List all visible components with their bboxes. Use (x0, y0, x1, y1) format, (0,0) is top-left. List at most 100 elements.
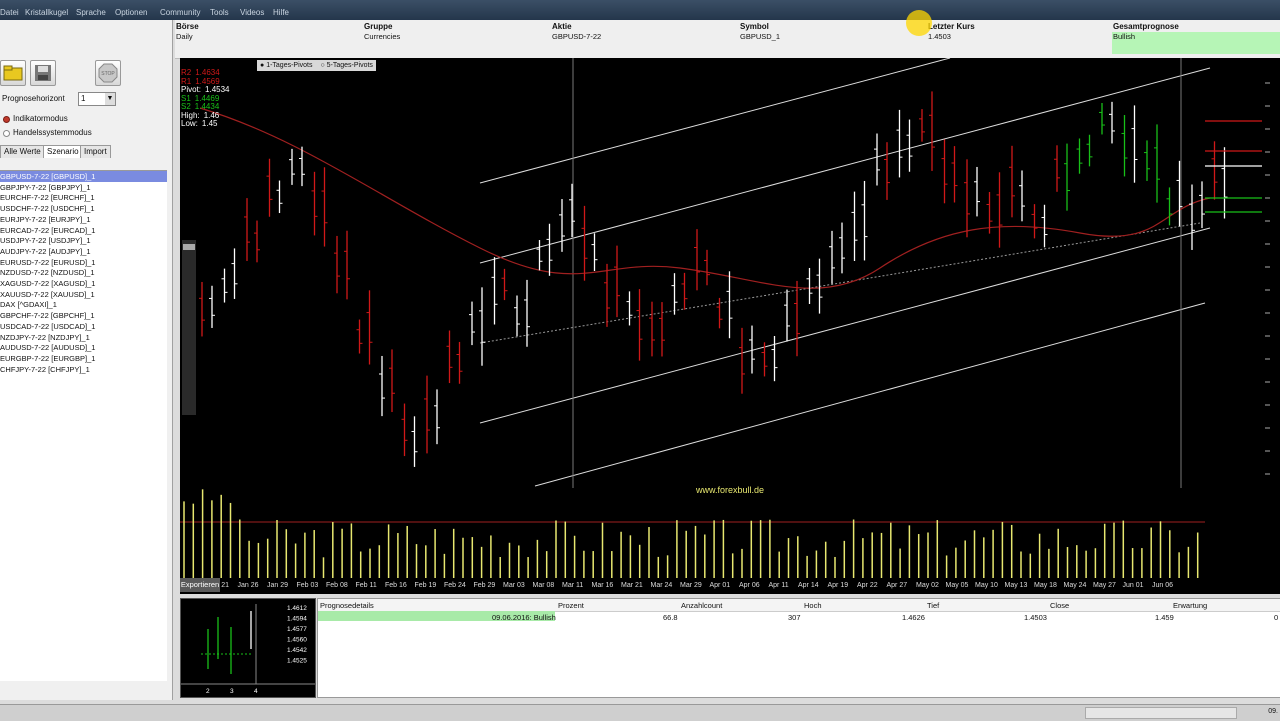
th-anzahlcount: Anzahlcount (681, 601, 723, 610)
prognose-value: 1 (81, 94, 86, 103)
price-chart[interactable] (180, 58, 1280, 488)
list-item[interactable]: XAUUSD-7-22 [XAUUSD]_1 (0, 289, 167, 300)
volume-chart-svg (180, 489, 1205, 578)
menu-hilfe[interactable]: Hilfe (273, 8, 289, 17)
menu-datei[interactable]: Datei (0, 8, 19, 17)
x-tick-label: Mar 08 (532, 582, 555, 589)
td-prognosedetails[interactable]: 09.06.2016: Bullish (492, 613, 556, 622)
th-erwartung: Erwartung (1173, 601, 1208, 610)
menu-bar: Datei Kristallkugel Sprache Optionen Com… (0, 0, 1280, 20)
col-value: 1.4503 (928, 32, 951, 41)
x-tick-label: Jun 01 (1122, 582, 1144, 589)
mini-price-label: 1.4542 (287, 647, 307, 654)
x-tick-label: Mar 03 (503, 582, 525, 589)
x-tick-label: Apr 14 (798, 582, 819, 589)
td-erwartung: 0 (1274, 613, 1279, 622)
channel-line (479, 58, 951, 184)
list-item[interactable]: AUDUSD-7-22 [AUDUSD]_1 (0, 342, 167, 353)
col-title: Aktie (552, 22, 572, 31)
watermark: www.forexbull.de (695, 485, 765, 495)
mini-x-label: 3 (230, 688, 234, 695)
x-tick-label: Apr 19 (827, 582, 849, 589)
x-axis: Jan 21Jan 26Jan 29Feb 03Feb 08Feb 11Feb … (180, 578, 1280, 594)
prognose-select[interactable]: 1 ▼ (78, 92, 116, 106)
td-anzahlcount: 307 (788, 613, 801, 622)
svg-text:STOP: STOP (101, 71, 115, 77)
channel-line (479, 67, 1211, 264)
menu-tools[interactable]: Tools (210, 8, 229, 17)
col-letzter-kurs: Letzter Kurs 1.4503 (928, 22, 975, 41)
channel-line (534, 302, 1206, 487)
export-button[interactable]: Exportieren (180, 578, 220, 592)
mini-price-label: 1.4560 (287, 637, 307, 644)
moving-average-line (199, 107, 1211, 289)
list-item[interactable]: EURUSD-7-22 [EURUSD]_1 (0, 257, 167, 268)
mini-chart: 1.4612 1.4594 1.4577 1.4560 1.4542 1.4525 2 3 4 (180, 598, 316, 698)
pivot-label: Low: (181, 119, 198, 128)
tab-import[interactable]: Import (80, 145, 111, 158)
list-item[interactable]: EURCAD-7-22 [EURCAD]_1 (0, 225, 167, 236)
col-value: Daily (176, 32, 193, 41)
menu-kristallkugel[interactable]: Kristallkugel (25, 8, 68, 17)
stop-icon: STOP (98, 63, 118, 83)
list-item[interactable]: DAX [^GDAXI]_1 (0, 299, 167, 310)
list-item[interactable]: GBPJPY-7-22 [GBPJPY]_1 (0, 182, 167, 193)
list-item[interactable]: NZDUSD-7-22 [NZDUSD]_1 (0, 267, 167, 278)
floppy-icon (35, 65, 51, 81)
save-button[interactable] (30, 60, 56, 86)
mini-price-label: 1.4577 (287, 626, 307, 633)
list-item[interactable]: GBPCHF-7-22 [GBPCHF]_1 (0, 310, 167, 321)
list-item[interactable]: EURGBP-7-22 [EURGBP]_1 (0, 353, 167, 364)
tab-szenario[interactable]: Szenario (43, 145, 83, 158)
col-title: Börse (176, 22, 199, 31)
x-tick-label: Feb 29 (473, 582, 496, 589)
x-tick-label: Apr 27 (886, 582, 908, 589)
stop-button[interactable]: STOP (95, 60, 121, 86)
list-item[interactable]: EURCHF-7-22 [EURCHF]_1 (0, 192, 167, 203)
prognose-label: Prognosehorizont (2, 94, 65, 103)
list-item[interactable]: EURJPY-7-22 [EURJPY]_1 (0, 214, 167, 225)
cursor-highlight (906, 10, 932, 36)
pivot-tabs: ● 1-Tages-Pivots ○ 5-Tages-Pivots (257, 60, 376, 71)
scroll-thumb[interactable] (183, 244, 195, 250)
td-close: 1.459 (1155, 613, 1174, 622)
th-close: Close (1050, 601, 1070, 610)
list-item[interactable]: USDCAD-7-22 [USDCAD]_1 (0, 321, 167, 332)
col-title: Symbol (740, 22, 769, 31)
menu-sprache[interactable]: Sprache (76, 8, 106, 17)
list-item[interactable]: AUDJPY-7-22 [AUDJPY]_1 (0, 246, 167, 257)
td-prozent: 66.8 (663, 613, 678, 622)
x-tick-label: Mar 16 (591, 582, 614, 589)
list-item[interactable]: GBPUSD-7-22 [GBPUSD]_1 (0, 171, 167, 182)
x-tick-label: Jan 29 (267, 582, 289, 589)
th-hoch: Hoch (804, 601, 822, 610)
mini-x-label: 2 (206, 688, 210, 695)
list-item[interactable]: NZDJPY-7-22 [NZDJPY]_1 (0, 332, 167, 343)
status-bar: 09. (0, 704, 1280, 721)
col-gesamtprognose: Gesamtprognose Bullish (1113, 22, 1179, 41)
menu-optionen[interactable]: Optionen (115, 8, 147, 17)
list-item[interactable]: CHFJPY-7-22 [CHFJPY]_1 (0, 364, 167, 375)
folder-icon (3, 65, 23, 81)
menu-community[interactable]: Community (160, 8, 200, 17)
x-tick-label: Jun 06 (1152, 582, 1174, 589)
x-tick-label: Apr 01 (709, 582, 731, 589)
radio-trading[interactable] (3, 130, 10, 137)
chart-scrollbar[interactable] (182, 240, 196, 415)
list-item[interactable]: USDJPY-7-22 [USDJPY]_1 (0, 235, 167, 246)
tab-alle-werte[interactable]: Alle Werte (0, 145, 45, 158)
tab-5day-pivots[interactable]: 5-Tages-Pivots (327, 62, 373, 69)
list-item[interactable]: XAGUSD-7-22 [XAGUSD]_1 (0, 278, 167, 289)
x-tick-label: May 10 (975, 582, 998, 589)
menu-videos[interactable]: Videos (240, 8, 264, 17)
tab-1day-pivots[interactable]: 1-Tages-Pivots (266, 62, 312, 69)
channel-line (479, 227, 1211, 424)
open-folder-button[interactable] (0, 60, 26, 86)
list-item[interactable]: USDCHF-7-22 [USDCHF]_1 (0, 203, 167, 214)
x-tick-label: Feb 16 (385, 582, 407, 589)
pivot-row: Low: 1.45 (181, 119, 217, 128)
radio-indicator[interactable] (3, 116, 10, 123)
col-value: Currencies (364, 32, 401, 41)
x-tick-label: Mar 29 (680, 582, 702, 589)
th-prozent: Prozent (558, 601, 584, 610)
